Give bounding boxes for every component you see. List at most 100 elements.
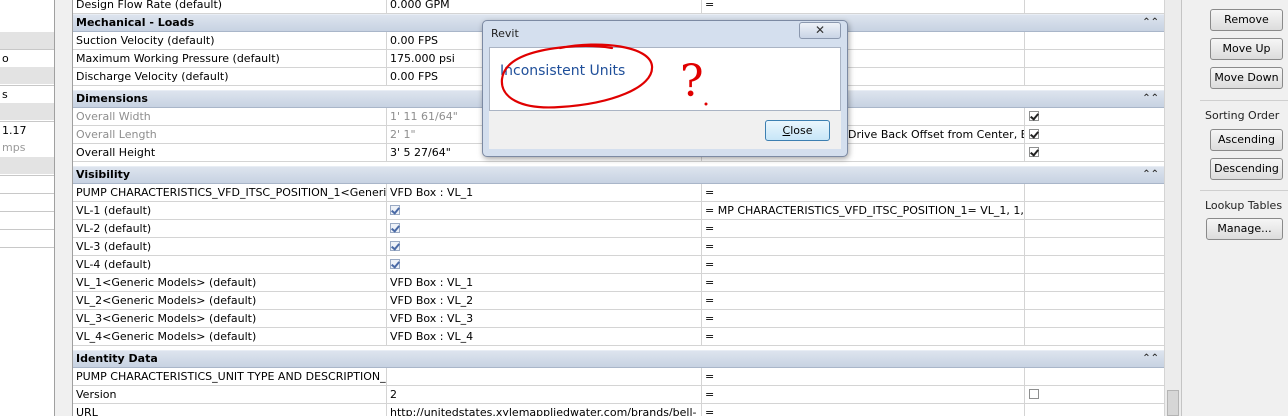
value-checkbox[interactable] bbox=[390, 223, 400, 233]
left-panel-item[interactable]: 1.17 bbox=[0, 121, 54, 138]
param-value[interactable] bbox=[387, 256, 702, 273]
param-name: Version bbox=[73, 386, 387, 403]
value-checkbox[interactable] bbox=[390, 241, 400, 251]
param-value[interactable]: http://unitedstates.xylemappliedwater.co… bbox=[387, 404, 702, 416]
param-row[interactable]: VL_2<Generic Models> (default) VFD Box :… bbox=[73, 292, 1165, 310]
param-formula[interactable]: = bbox=[702, 184, 1025, 201]
param-value[interactable]: VFD Box : VL_1 bbox=[387, 184, 702, 201]
left-panel-item[interactable]: s bbox=[0, 85, 54, 102]
ascending-button[interactable]: Ascending bbox=[1210, 129, 1283, 151]
param-lock bbox=[1025, 256, 1165, 273]
param-formula[interactable]: = bbox=[702, 274, 1025, 291]
param-row[interactable]: VL_1<Generic Models> (default) VFD Box :… bbox=[73, 274, 1165, 292]
param-row[interactable]: VL_3<Generic Models> (default) VFD Box :… bbox=[73, 310, 1165, 328]
move-down-button[interactable]: Move Down bbox=[1210, 67, 1283, 89]
left-panel-row bbox=[0, 193, 54, 210]
scrollbar-thumb[interactable] bbox=[1167, 390, 1179, 416]
left-panel-row bbox=[0, 103, 54, 120]
lock-checkbox[interactable] bbox=[1029, 111, 1039, 121]
collapse-chevron-icon[interactable]: ⌃⌃ bbox=[1142, 351, 1159, 367]
param-formula[interactable]: = bbox=[702, 238, 1025, 255]
param-formula[interactable]: = bbox=[702, 310, 1025, 327]
param-value[interactable] bbox=[387, 220, 702, 237]
left-panel-row bbox=[0, 157, 54, 174]
vertical-scrollbar[interactable] bbox=[1164, 0, 1182, 416]
param-value[interactable] bbox=[387, 368, 702, 385]
value-checkbox[interactable] bbox=[390, 259, 400, 269]
param-formula[interactable]: = bbox=[702, 256, 1025, 273]
param-name: Overall Height bbox=[73, 144, 387, 161]
descending-button[interactable]: Descending bbox=[1210, 158, 1283, 180]
param-value[interactable] bbox=[387, 238, 702, 255]
param-row[interactable]: PUMP CHARACTERISTICS_UNIT TYPE AND DESCR… bbox=[73, 368, 1165, 386]
param-name: VL_2<Generic Models> (default) bbox=[73, 292, 387, 309]
param-lock bbox=[1025, 0, 1165, 13]
param-value[interactable]: VFD Box : VL_3 bbox=[387, 310, 702, 327]
param-value[interactable]: VFD Box : VL_2 bbox=[387, 292, 702, 309]
left-panel: o s 1.17 mps bbox=[0, 0, 55, 416]
collapse-chevron-icon[interactable]: ⌃⌃ bbox=[1142, 91, 1159, 107]
param-row[interactable]: URL http://unitedstates.xylemappliedwate… bbox=[73, 404, 1165, 416]
value-checkbox[interactable] bbox=[390, 205, 400, 215]
dialog-title: Revit bbox=[491, 27, 519, 40]
param-value[interactable]: 2 bbox=[387, 386, 702, 403]
close-button-label: lose bbox=[790, 124, 813, 137]
param-name: VL-2 (default) bbox=[73, 220, 387, 237]
manage-button[interactable]: Manage... bbox=[1206, 218, 1283, 240]
left-panel-row bbox=[0, 247, 54, 264]
param-name: PUMP CHARACTERISTICS_VFD_ITSC_POSITION_1… bbox=[73, 184, 387, 201]
param-formula[interactable]: = bbox=[702, 404, 1025, 416]
lock-checkbox[interactable] bbox=[1029, 389, 1039, 399]
param-row[interactable]: VL-2 (default) = bbox=[73, 220, 1165, 238]
close-button[interactable]: Close bbox=[765, 120, 830, 141]
sorting-order-label: Sorting Order bbox=[1205, 109, 1280, 122]
left-panel-row bbox=[0, 211, 54, 228]
param-row[interactable]: PUMP CHARACTERISTICS_VFD_ITSC_POSITION_1… bbox=[73, 184, 1165, 202]
param-row[interactable]: Version 2 = bbox=[73, 386, 1165, 404]
param-name: VL-1 (default) bbox=[73, 202, 387, 219]
group-title: Identity Data bbox=[76, 352, 158, 365]
group-header-visibility[interactable]: Visibility ⌃⌃ bbox=[73, 166, 1165, 184]
param-lock bbox=[1025, 238, 1165, 255]
param-lock bbox=[1025, 144, 1165, 161]
dialog-content: Inconsistent Units bbox=[489, 47, 841, 111]
param-lock bbox=[1025, 328, 1165, 345]
param-name: VL-3 (default) bbox=[73, 238, 387, 255]
param-row[interactable]: VL-3 (default) = bbox=[73, 238, 1165, 256]
param-value[interactable]: VFD Box : VL_4 bbox=[387, 328, 702, 345]
lock-checkbox[interactable] bbox=[1029, 129, 1039, 139]
divider bbox=[1200, 100, 1288, 101]
right-panel: Remove Move Up Move Down Sorting Order A… bbox=[1181, 0, 1288, 416]
param-formula[interactable]: = bbox=[702, 368, 1025, 385]
param-row[interactable]: VL_4<Generic Models> (default) VFD Box :… bbox=[73, 328, 1165, 346]
param-value[interactable] bbox=[387, 202, 702, 219]
param-row[interactable]: VL-1 (default) = MP CHARACTERISTICS_VFD_… bbox=[73, 202, 1165, 220]
param-formula[interactable]: = MP CHARACTERISTICS_VFD_ITSC_POSITION_1… bbox=[702, 202, 1025, 219]
close-icon[interactable]: ✕ bbox=[799, 22, 841, 39]
group-header-identity-data[interactable]: Identity Data ⌃⌃ bbox=[73, 350, 1165, 368]
param-formula[interactable]: = bbox=[702, 292, 1025, 309]
param-value[interactable]: VFD Box : VL_1 bbox=[387, 274, 702, 291]
param-name: VL_3<Generic Models> (default) bbox=[73, 310, 387, 327]
lock-checkbox[interactable] bbox=[1029, 147, 1039, 157]
group-title: Visibility bbox=[76, 168, 131, 181]
param-row[interactable]: VL-4 (default) = bbox=[73, 256, 1165, 274]
param-name: VL_4<Generic Models> (default) bbox=[73, 328, 387, 345]
param-name: Overall Length bbox=[73, 126, 387, 143]
param-lock bbox=[1025, 108, 1165, 125]
collapse-chevron-icon[interactable]: ⌃⌃ bbox=[1142, 167, 1159, 183]
param-value[interactable]: 0.000 GPM bbox=[387, 0, 702, 13]
left-panel-row bbox=[0, 67, 54, 84]
param-formula[interactable]: = bbox=[702, 220, 1025, 237]
left-panel-item[interactable]: o bbox=[0, 49, 54, 66]
param-lock bbox=[1025, 126, 1165, 143]
param-formula[interactable]: = bbox=[702, 328, 1025, 345]
collapse-chevron-icon[interactable]: ⌃⌃ bbox=[1142, 15, 1159, 31]
param-row-design-flow[interactable]: Design Flow Rate (default) 0.000 GPM = bbox=[73, 0, 1165, 14]
param-formula[interactable]: = bbox=[702, 386, 1025, 403]
param-name: Discharge Velocity (default) bbox=[73, 68, 387, 85]
remove-button[interactable]: Remove bbox=[1210, 9, 1283, 31]
move-up-button[interactable]: Move Up bbox=[1210, 38, 1283, 60]
param-formula[interactable]: = bbox=[702, 0, 1025, 13]
param-lock bbox=[1025, 202, 1165, 219]
